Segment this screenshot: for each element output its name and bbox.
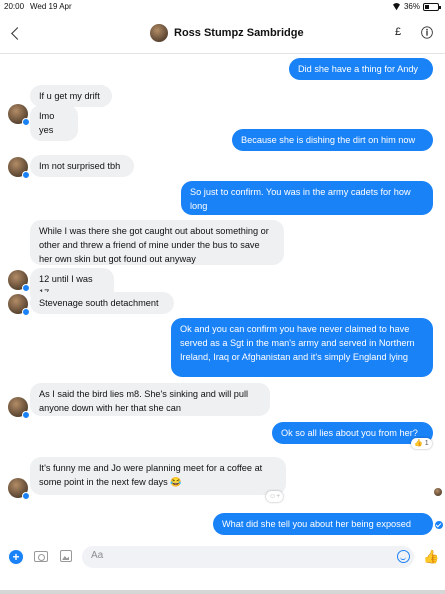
chevron-left-icon[interactable] bbox=[10, 26, 22, 42]
message-bubble[interactable]: As I said the bird lies m8. She's sinkin… bbox=[30, 383, 270, 416]
message-input[interactable]: Aa bbox=[82, 546, 414, 568]
sender-avatar[interactable] bbox=[8, 478, 30, 500]
messenger-badge-icon bbox=[22, 171, 30, 179]
seen-check-icon bbox=[435, 521, 443, 529]
conversation-header: Ross Stumpz Sambridge £ ⓘ bbox=[0, 14, 445, 54]
message-bubble[interactable]: Imo yes bbox=[30, 105, 78, 141]
message-bubble[interactable]: If u get my drift bbox=[30, 85, 112, 107]
status-time: 20:00 bbox=[4, 2, 25, 11]
wifi-icon bbox=[392, 3, 401, 10]
status-date: Wed 19 Apr bbox=[30, 2, 72, 11]
reaction-badge[interactable]: 👍 1 bbox=[411, 438, 432, 449]
message-bubble[interactable]: It's funny me and Jo were planning meet … bbox=[30, 457, 286, 495]
messenger-badge-icon bbox=[22, 308, 30, 316]
messenger-badge-icon bbox=[22, 284, 30, 292]
message-bubble[interactable]: What did she tell you about her being ex… bbox=[213, 513, 433, 535]
plus-icon[interactable]: + bbox=[9, 550, 23, 564]
info-icon[interactable]: ⓘ bbox=[420, 26, 434, 40]
message-bubble[interactable]: Stevenage south detachment bbox=[30, 292, 174, 314]
emoji-icon[interactable] bbox=[397, 550, 410, 563]
status-indicators: 36% bbox=[392, 2, 441, 11]
contact-name[interactable]: Ross Stumpz Sambridge bbox=[174, 27, 304, 39]
sender-avatar[interactable] bbox=[8, 104, 30, 126]
add-reaction-button[interactable]: ☺+ bbox=[266, 491, 284, 502]
sender-avatar[interactable] bbox=[8, 397, 30, 419]
payment-button[interactable]: £ bbox=[395, 26, 401, 38]
messenger-badge-icon bbox=[22, 118, 30, 126]
message-bubble[interactable]: While I was there she got caught out abo… bbox=[30, 220, 284, 265]
battery-fill bbox=[425, 4, 429, 9]
bottom-divider bbox=[0, 590, 445, 594]
sender-avatar[interactable] bbox=[8, 294, 30, 316]
smiley-plus-icon: ☺+ bbox=[269, 493, 281, 500]
read-receipt-avatar bbox=[434, 488, 442, 496]
sender-avatar[interactable] bbox=[8, 157, 30, 179]
message-bubble[interactable]: Because she is dishing the dirt on him n… bbox=[232, 129, 433, 151]
message-bubble[interactable]: Did she have a thing for Andy bbox=[289, 58, 433, 80]
status-bar: 20:00 Wed 19 Apr 36% bbox=[0, 0, 445, 14]
camera-icon[interactable] bbox=[34, 551, 48, 562]
thumbs-up-like-icon[interactable]: 👍 bbox=[423, 549, 439, 565]
message-bubble[interactable]: Ok so all lies about you from her? bbox=[272, 422, 433, 444]
message-input-placeholder: Aa bbox=[91, 550, 104, 561]
gallery-icon[interactable] bbox=[60, 550, 72, 562]
messenger-badge-icon bbox=[22, 411, 30, 419]
battery-percent: 36% bbox=[403, 2, 420, 11]
sender-avatar[interactable] bbox=[8, 270, 30, 292]
message-bubble[interactable]: So just to confirm. You was in the army … bbox=[181, 181, 433, 215]
reaction-count: 1 bbox=[424, 440, 429, 447]
messenger-badge-icon bbox=[22, 492, 30, 500]
message-bubble[interactable]: Im not surprised tbh bbox=[30, 155, 134, 177]
contact-avatar[interactable] bbox=[150, 24, 168, 42]
battery-icon bbox=[423, 2, 441, 11]
message-bubble[interactable]: Ok and you can confirm you have never cl… bbox=[171, 318, 433, 377]
thumbs-up-icon: 👍 bbox=[414, 440, 423, 447]
message-composer: + Aa 👍 bbox=[0, 538, 445, 578]
